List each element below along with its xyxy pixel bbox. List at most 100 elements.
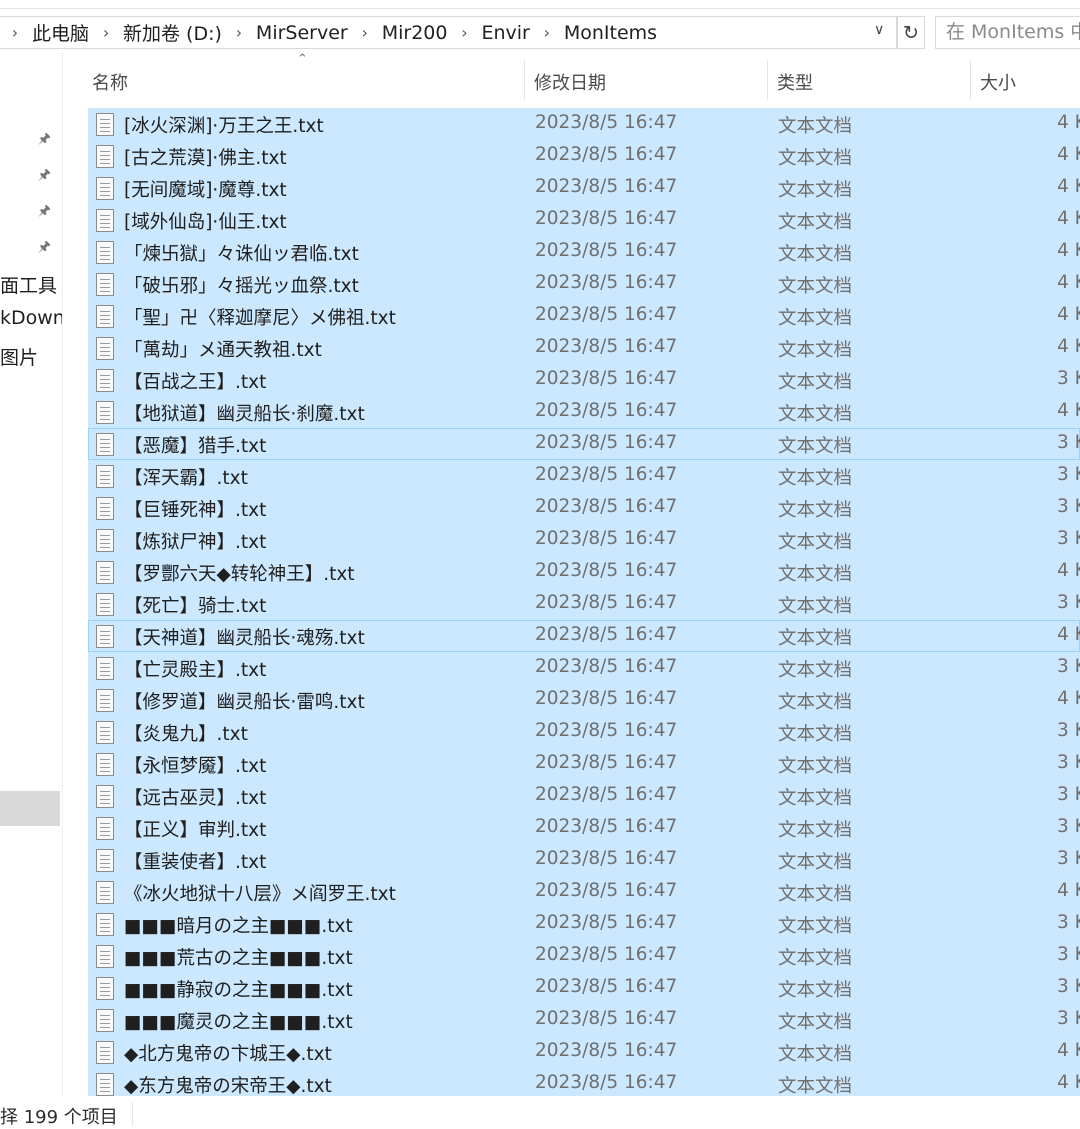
file-type: 文本文档 xyxy=(778,436,853,457)
file-modified-date: 2023/8/5 16:47 xyxy=(535,208,678,229)
file-row[interactable]: ■■■荒古の之主■■■.txt 2023/8/5 16:47 文本文档 3 KB xyxy=(88,940,1080,972)
file-row[interactable]: 【百战之王】.txt 2023/8/5 16:47 文本文档 3 KB xyxy=(88,364,1080,396)
file-row[interactable]: 【重装使者】.txt 2023/8/5 16:47 文本文档 3 KB xyxy=(88,844,1080,876)
column-divider[interactable] xyxy=(767,60,768,100)
nav-item-selected[interactable] xyxy=(0,791,60,826)
file-row[interactable]: 【浑天霸】.txt 2023/8/5 16:47 文本文档 3 KB xyxy=(88,460,1080,492)
breadcrumb-item[interactable]: 新加卷 (D:) xyxy=(121,19,224,46)
file-row[interactable]: 【永恒梦魇】.txt 2023/8/5 16:47 文本文档 3 KB xyxy=(88,748,1080,780)
pin-icon: 🖈 xyxy=(38,131,51,147)
file-modified-date: 2023/8/5 16:47 xyxy=(535,112,678,133)
file-row[interactable]: 「聖」卍〈释迦摩尼〉メ佛祖.txt 2023/8/5 16:47 文本文档 4 KB xyxy=(88,300,1080,332)
file-size: 3 KB xyxy=(1057,720,1080,741)
column-divider[interactable] xyxy=(524,60,525,100)
file-name: 《冰火地狱十八层》メ阎罗王.txt xyxy=(124,884,396,905)
file-row[interactable]: [无间魔域]·魔尊.txt 2023/8/5 16:47 文本文档 4 KB xyxy=(88,172,1080,204)
breadcrumb-chevron-right-icon[interactable]: › xyxy=(224,23,254,42)
file-type: 文本文档 xyxy=(778,596,853,617)
address-bar[interactable]: › 此电脑 › 新加卷 (D:) › MirServer › Mir200 › Envir › Mon… xyxy=(0,16,897,49)
breadcrumb-chevron-right-icon[interactable]: › xyxy=(449,23,479,42)
file-type: 文本文档 xyxy=(778,212,853,233)
file-row[interactable]: 《冰火地狱十八层》メ阎罗王.txt 2023/8/5 16:47 文本文档 4 KB xyxy=(88,876,1080,908)
file-row[interactable]: 【巨锤死神】.txt 2023/8/5 16:47 文本文档 3 KB xyxy=(88,492,1080,524)
file-size: 4 KB xyxy=(1057,560,1080,581)
file-modified-date: 2023/8/5 16:47 xyxy=(535,496,678,517)
file-row[interactable]: ◆北方鬼帝の卞城王◆.txt 2023/8/5 16:47 文本文档 4 KB xyxy=(88,1036,1080,1068)
search-input[interactable]: 在 MonItems 中搜索 xyxy=(935,16,1080,49)
column-header-date[interactable]: 修改日期 xyxy=(534,69,606,95)
file-row[interactable]: 【亡灵殿主】.txt 2023/8/5 16:47 文本文档 3 KB xyxy=(88,652,1080,684)
file-modified-date: 2023/8/5 16:47 xyxy=(535,784,678,805)
file-row[interactable]: ■■■魔灵の之主■■■.txt 2023/8/5 16:47 文本文档 3 KB xyxy=(88,1004,1080,1036)
breadcrumb-chevron-right-icon[interactable]: › xyxy=(350,23,380,42)
file-row[interactable]: [古之荒漠]·佛主.txt 2023/8/5 16:47 文本文档 4 KB xyxy=(88,140,1080,172)
text-file-icon xyxy=(96,977,114,1000)
file-size: 3 KB xyxy=(1057,528,1080,549)
file-type: 文本文档 xyxy=(778,244,853,265)
column-divider[interactable] xyxy=(970,60,971,100)
nav-item-pictures[interactable]: 图片 xyxy=(0,343,38,370)
status-divider xyxy=(132,1102,133,1126)
file-name: 「聖」卍〈释迦摩尼〉メ佛祖.txt xyxy=(124,308,396,329)
file-size: 4 KB xyxy=(1057,880,1080,901)
file-row[interactable]: 【地狱道】幽灵船长·刹魔.txt 2023/8/5 16:47 文本文档 4 KB xyxy=(88,396,1080,428)
text-file-icon xyxy=(96,657,114,680)
file-row[interactable]: 【炎鬼九】.txt 2023/8/5 16:47 文本文档 3 KB xyxy=(88,716,1080,748)
breadcrumb-chevron-right-icon[interactable]: › xyxy=(91,23,121,42)
column-header-size[interactable]: 大小 xyxy=(980,69,1016,95)
text-file-icon xyxy=(96,689,114,712)
file-row[interactable]: 【天神道】幽灵船长·魂殇.txt 2023/8/5 16:47 文本文档 4 KB xyxy=(88,620,1080,652)
breadcrumb-item[interactable]: MirServer xyxy=(254,22,350,44)
file-row[interactable]: 「煉卐獄」々诛仙ッ君临.txt 2023/8/5 16:47 文本文档 4 KB xyxy=(88,236,1080,268)
file-modified-date: 2023/8/5 16:47 xyxy=(535,336,678,357)
file-name: 【浑天霸】.txt xyxy=(124,468,248,489)
nav-item-markdown[interactable]: kDown xyxy=(0,307,62,329)
text-file-icon xyxy=(96,433,114,456)
breadcrumb-chevron-right-icon[interactable]: › xyxy=(0,23,30,42)
file-row[interactable]: ◆东方鬼帝の宋帝王◆.txt 2023/8/5 16:47 文本文档 4 KB xyxy=(88,1068,1080,1096)
file-row[interactable]: ■■■静寂の之主■■■.txt 2023/8/5 16:47 文本文档 3 KB xyxy=(88,972,1080,1004)
file-row[interactable]: 「萬劫」メ通天教祖.txt 2023/8/5 16:47 文本文档 4 KB xyxy=(88,332,1080,364)
file-modified-date: 2023/8/5 16:47 xyxy=(535,1072,678,1093)
text-file-icon xyxy=(96,1009,114,1032)
text-file-icon xyxy=(96,1073,114,1096)
file-size: 3 KB xyxy=(1057,592,1080,613)
address-history-chevron-down-icon[interactable]: ∨ xyxy=(874,22,884,38)
file-name: ◆东方鬼帝の宋帝王◆.txt xyxy=(124,1076,332,1096)
file-name: [无间魔域]·魔尊.txt xyxy=(124,180,287,201)
file-row[interactable]: [冰火深渊]·万王之王.txt 2023/8/5 16:47 文本文档 4 KB xyxy=(88,108,1080,140)
file-size: 4 KB xyxy=(1057,304,1080,325)
file-row[interactable]: 【死亡】骑士.txt 2023/8/5 16:47 文本文档 3 KB xyxy=(88,588,1080,620)
file-type: 文本文档 xyxy=(778,948,853,969)
file-modified-date: 2023/8/5 16:47 xyxy=(535,1008,678,1029)
file-row[interactable]: 【炼狱尸神】.txt 2023/8/5 16:47 文本文档 3 KB xyxy=(88,524,1080,556)
file-modified-date: 2023/8/5 16:47 xyxy=(535,1040,678,1061)
breadcrumb-chevron-right-icon[interactable]: › xyxy=(532,23,562,42)
file-size: 3 KB xyxy=(1057,976,1080,997)
refresh-button[interactable]: ↻ xyxy=(897,16,925,49)
breadcrumb-item[interactable]: 此电脑 xyxy=(30,19,91,46)
nav-item-desktop-tools[interactable]: 面工具 xyxy=(0,271,57,298)
breadcrumb-item[interactable]: MonItems xyxy=(562,22,659,44)
file-row[interactable]: 【远古巫灵】.txt 2023/8/5 16:47 文本文档 3 KB xyxy=(88,780,1080,812)
file-modified-date: 2023/8/5 16:47 xyxy=(535,368,678,389)
column-header-name[interactable]: 名称 xyxy=(92,69,128,95)
text-file-icon xyxy=(96,465,114,488)
file-size: 4 KB xyxy=(1057,240,1080,261)
file-row[interactable]: 【修罗道】幽灵船长·雷鸣.txt 2023/8/5 16:47 文本文档 4 KB xyxy=(88,684,1080,716)
breadcrumb-item[interactable]: Envir xyxy=(479,22,531,44)
file-row[interactable]: 【恶魔】猎手.txt 2023/8/5 16:47 文本文档 3 KB xyxy=(88,428,1080,460)
file-row[interactable]: 【正义】审判.txt 2023/8/5 16:47 文本文档 3 KB xyxy=(88,812,1080,844)
file-row[interactable]: 【罗酆六天◆转轮神王】.txt 2023/8/5 16:47 文本文档 4 KB xyxy=(88,556,1080,588)
column-header-type[interactable]: 类型 xyxy=(777,69,813,95)
text-file-icon xyxy=(96,529,114,552)
file-row[interactable]: ■■■暗月の之主■■■.txt 2023/8/5 16:47 文本文档 3 KB xyxy=(88,908,1080,940)
breadcrumb-item[interactable]: Mir200 xyxy=(380,22,450,44)
file-row[interactable]: 「破卐邪」々摇光ッ血祭.txt 2023/8/5 16:47 文本文档 4 KB xyxy=(88,268,1080,300)
file-modified-date: 2023/8/5 16:47 xyxy=(535,752,678,773)
file-row[interactable]: [域外仙岛]·仙王.txt 2023/8/5 16:47 文本文档 4 KB xyxy=(88,204,1080,236)
file-type: 文本文档 xyxy=(778,340,853,361)
file-size: 4 KB xyxy=(1057,144,1080,165)
file-type: 文本文档 xyxy=(778,724,853,745)
file-size: 4 KB xyxy=(1057,400,1080,421)
